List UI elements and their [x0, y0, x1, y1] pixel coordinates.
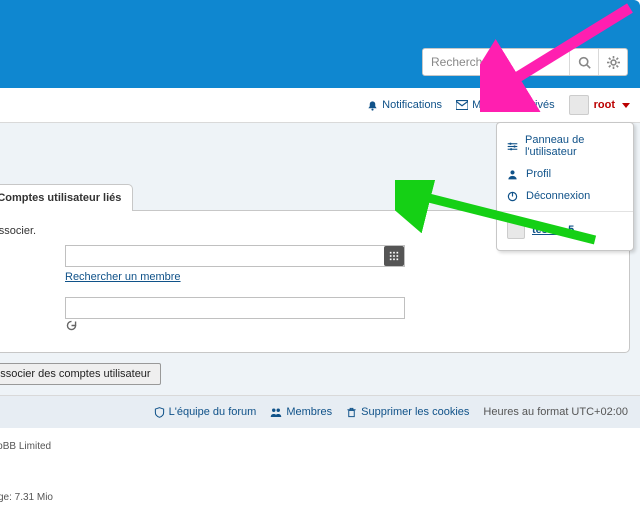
footer-cookies-label: Supprimer les cookies [361, 406, 469, 418]
form-buttons: Réinitialiser Associer des comptes utili… [0, 353, 630, 385]
footer-timezone: Heures au format UTC+02:00 [483, 406, 628, 418]
footer-team[interactable]: L'équipe du forum [154, 406, 257, 418]
nav-pm-label: Messages privés [472, 99, 555, 111]
gear-icon [607, 56, 620, 69]
footer-cookies[interactable]: Supprimer les cookies [346, 406, 469, 418]
sliders-icon [507, 141, 518, 152]
inbox-icon [456, 100, 468, 110]
footer-links: L'équipe du forum Membres Supprimer les … [0, 395, 640, 428]
nav-notifications-label: Notifications [382, 99, 442, 111]
members-icon [270, 407, 282, 418]
dropdown-linked-account[interactable]: tester_5 [497, 216, 633, 244]
credits-l1: Forum Software © phpBB Limited [0, 441, 51, 452]
nav-user-menu-toggle[interactable]: root [569, 95, 630, 115]
search-icon [578, 56, 591, 69]
top-navbar: Notifications Messages privés root Panne… [0, 88, 640, 123]
avatar [569, 95, 589, 115]
footer-team-label: L'équipe du forum [169, 406, 257, 418]
power-icon [507, 191, 519, 202]
user-dropdown: Panneau de l'utilisateur Profil Déconnex… [496, 122, 634, 251]
refresh-icon[interactable] [65, 319, 615, 332]
dropdown-logout-label: Déconnexion [526, 190, 590, 202]
dropdown-profile-label: Profil [526, 168, 551, 180]
search-input[interactable] [423, 50, 569, 74]
nav-username: root [594, 99, 615, 111]
dropdown-ucp-label: Panneau de l'utilisateur [525, 134, 623, 158]
dropdown-divider [497, 211, 633, 212]
keypad-icon[interactable] [384, 246, 404, 266]
password-input[interactable] [65, 297, 405, 319]
nav-notifications[interactable]: Notifications [367, 99, 442, 111]
dropdown-linked-label: tester_5 [532, 224, 574, 236]
header-band [0, 0, 640, 88]
avatar [507, 221, 525, 239]
search-settings-button[interactable] [598, 49, 627, 75]
credits-debug: 9 | Peak Memory Usage: 7.31 Mio [0, 489, 640, 506]
username-input[interactable] [65, 245, 405, 267]
shield-icon [154, 407, 165, 418]
dropdown-logout[interactable]: Déconnexion [497, 185, 633, 207]
nav-pm[interactable]: Messages privés [456, 99, 555, 111]
footer-members-label: Membres [286, 406, 332, 418]
search-button[interactable] [569, 49, 598, 75]
dropdown-profile[interactable]: Profil [497, 163, 633, 185]
header-search [422, 48, 628, 76]
search-member-link[interactable]: Rechercher un membre [65, 271, 615, 283]
dropdown-ucp[interactable]: Panneau de l'utilisateur [497, 129, 633, 163]
tab-linked-accounts[interactable]: Comptes utilisateur liés [0, 184, 133, 211]
footer-members[interactable]: Membres [270, 406, 332, 418]
trash-icon [346, 407, 357, 418]
submit-button[interactable]: Associer des comptes utilisateur [0, 363, 161, 385]
credits: Forum Software © phpBB Limited ar phpBB-… [0, 428, 640, 522]
caret-down-icon [622, 103, 630, 108]
user-icon [507, 169, 519, 180]
bell-icon [367, 100, 378, 111]
password-label: lisateur é [0, 297, 55, 325]
